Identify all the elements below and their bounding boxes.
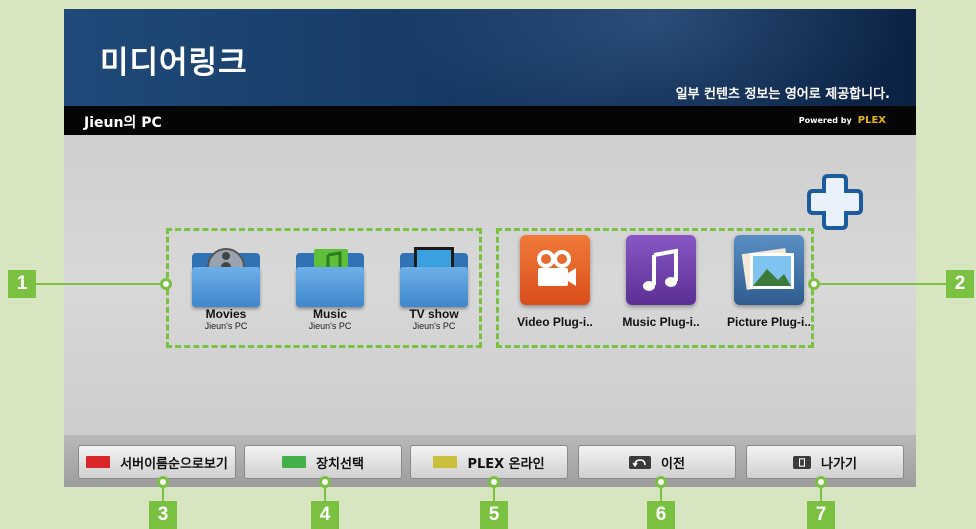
button-label: 서버이름순으로보기 xyxy=(120,456,228,472)
callout-7-dot xyxy=(815,476,827,488)
callout-2-line xyxy=(816,283,946,285)
callout-4-line xyxy=(324,488,326,502)
button-label: 장치선택 xyxy=(316,456,364,472)
powered-by-label: Powered by xyxy=(798,116,852,125)
powered-by: Powered by PLEX xyxy=(799,115,886,126)
plex-logo: PLEX xyxy=(857,115,886,126)
callout-5-line xyxy=(493,488,495,502)
plugin-group-outline xyxy=(496,228,814,348)
callout-4-dot xyxy=(319,476,331,488)
callout-5-dot xyxy=(488,476,500,488)
callout-3-dot xyxy=(157,476,169,488)
callout-6: 6 xyxy=(647,501,675,529)
yellow-key-icon xyxy=(433,456,458,468)
device-name: Jieun의 PC xyxy=(84,115,162,131)
back-icon xyxy=(629,455,652,469)
header: 미디어링크 일부 컨텐츠 정보는 영어로 제공합니다. xyxy=(64,9,916,149)
button-label: 이전 xyxy=(661,456,685,472)
button-label: PLEX 온라인 xyxy=(467,456,545,472)
add-icon[interactable] xyxy=(806,173,864,231)
exit-button[interactable]: 나가기 xyxy=(746,445,904,479)
button-label: 나가기 xyxy=(821,456,857,472)
callout-5: 5 xyxy=(480,501,508,529)
callout-2: 2 xyxy=(946,270,974,298)
device-bar: Jieun의 PC Powered by PLEX xyxy=(64,106,916,135)
library-group-outline xyxy=(166,228,482,348)
back-button[interactable]: 이전 xyxy=(578,445,736,479)
red-key-icon xyxy=(86,456,111,468)
callout-1-dot xyxy=(160,278,172,290)
green-key-icon xyxy=(282,456,307,468)
callout-6-line xyxy=(660,488,662,502)
app-title: 미디어링크 xyxy=(100,45,248,81)
callout-6-dot xyxy=(655,476,667,488)
callout-4: 4 xyxy=(311,501,339,529)
sort-by-server-name-button[interactable]: 서버이름순으로보기 xyxy=(78,445,236,479)
callout-3-line xyxy=(162,488,164,502)
callout-1: 1 xyxy=(8,270,36,298)
callout-7-line xyxy=(820,488,822,502)
exit-icon xyxy=(793,455,812,469)
callout-2-dot xyxy=(808,278,820,290)
callout-7: 7 xyxy=(807,501,835,529)
callout-3: 3 xyxy=(149,501,177,529)
info-note: 일부 컨텐츠 정보는 영어로 제공합니다. xyxy=(675,87,890,102)
select-device-button[interactable]: 장치선택 xyxy=(244,445,402,479)
plex-online-button[interactable]: PLEX 온라인 xyxy=(410,445,568,479)
callout-1-line xyxy=(36,283,166,285)
